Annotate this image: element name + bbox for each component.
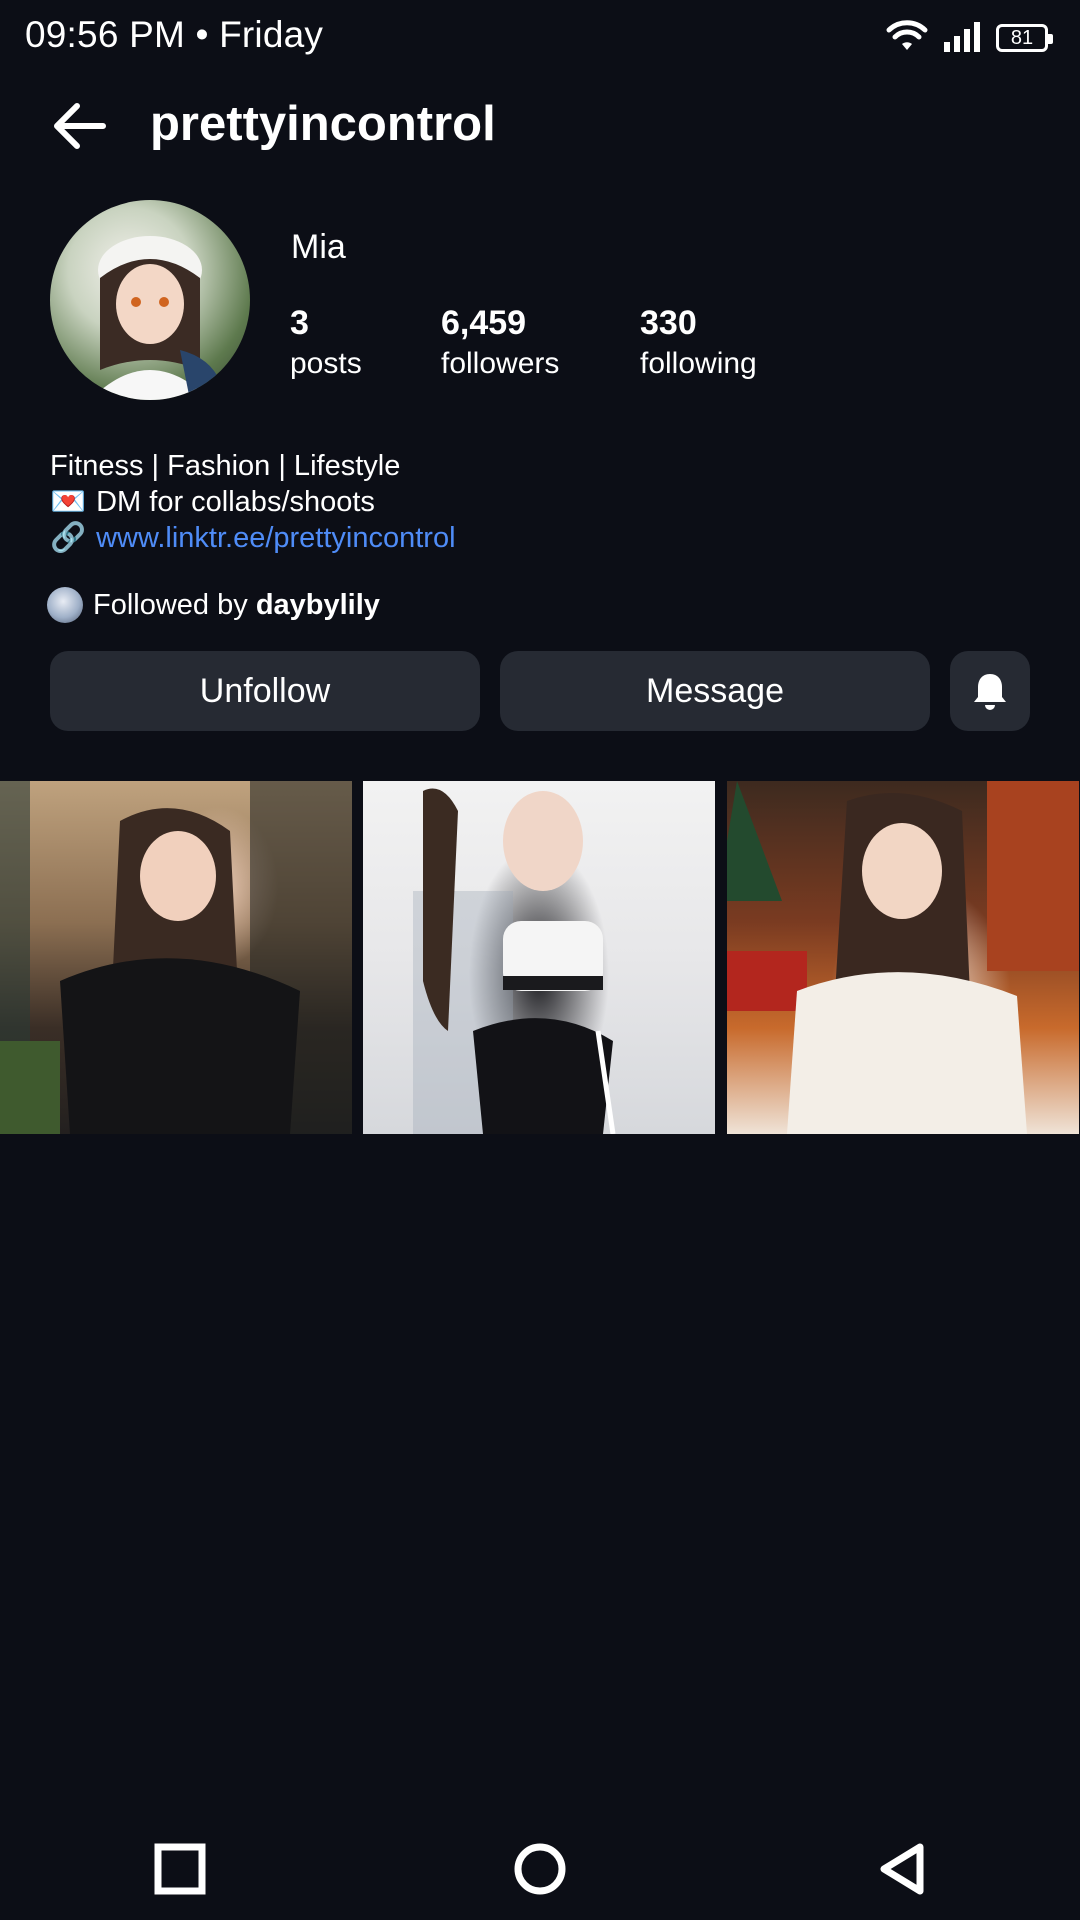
stat-following-count: 330 bbox=[640, 304, 697, 342]
bio-link[interactable]: www.linktr.ee/prettyincontrol bbox=[96, 520, 455, 556]
bio-line-2: 💌 DM for collabs/shoots bbox=[50, 484, 456, 520]
stat-followers-count: 6,459 bbox=[441, 304, 527, 342]
followed-by-prefix: Followed by bbox=[93, 588, 256, 621]
battery-icon: 81 bbox=[996, 24, 1053, 52]
stat-following-label: following bbox=[640, 347, 757, 380]
arrow-left-icon bbox=[54, 103, 106, 149]
post-2-image bbox=[413, 788, 616, 1134]
status-icons: 81 bbox=[886, 18, 1053, 58]
post-thumbnail[interactable] bbox=[363, 781, 715, 1134]
profile-bio: Fitness | Fashion | Lifestyle 💌 DM for c… bbox=[50, 448, 456, 556]
followed-by-user: daybylily bbox=[255, 588, 380, 621]
notifications-button[interactable] bbox=[950, 651, 1030, 731]
profile-header: prettyincontrol bbox=[0, 82, 1080, 166]
signal-icon bbox=[942, 20, 982, 57]
status-bar: 09:56 PM • Friday 81 bbox=[0, 0, 1080, 76]
unfollow-label: Unfollow bbox=[199, 671, 331, 710]
back-triangle-icon bbox=[880, 1843, 924, 1895]
followed-by[interactable]: Followed by daybylily bbox=[47, 587, 380, 623]
wifi-icon bbox=[886, 19, 928, 58]
message-button[interactable]: Message bbox=[500, 651, 930, 731]
stat-posts[interactable]: 3 posts bbox=[290, 302, 362, 384]
profile-avatar[interactable] bbox=[50, 200, 250, 400]
profile-username: prettyincontrol bbox=[150, 97, 496, 151]
post-thumbnail[interactable] bbox=[727, 781, 1079, 1134]
stat-following[interactable]: 330 following bbox=[640, 302, 757, 384]
post-3-image bbox=[727, 781, 1079, 1134]
stat-followers[interactable]: 6,459 followers bbox=[441, 302, 559, 384]
status-time: 09:56 PM • Friday bbox=[25, 14, 324, 55]
bio-text-2: DM for collabs/shoots bbox=[96, 486, 375, 518]
love-letter-icon: 💌 bbox=[50, 486, 87, 518]
post-1-image bbox=[0, 781, 352, 1134]
back-button[interactable] bbox=[44, 96, 112, 156]
system-nav-bar bbox=[0, 1820, 1080, 1920]
bio-line-1: Fitness | Fashion | Lifestyle bbox=[50, 448, 456, 484]
message-label: Message bbox=[646, 671, 784, 710]
back-nav-button[interactable] bbox=[862, 1834, 942, 1904]
avatar-image bbox=[90, 236, 225, 400]
unfollow-button[interactable]: Unfollow bbox=[50, 651, 480, 731]
recents-square-icon bbox=[154, 1843, 206, 1895]
bio-text-1: Fitness | Fashion | Lifestyle bbox=[50, 450, 401, 482]
stat-posts-label: posts bbox=[290, 347, 362, 380]
stat-followers-label: followers bbox=[441, 347, 560, 380]
link-icon: 🔗 bbox=[50, 522, 87, 554]
recents-button[interactable] bbox=[140, 1834, 220, 1904]
followed-by-text: Followed by daybylily bbox=[93, 589, 380, 622]
follower-avatar bbox=[47, 587, 83, 623]
home-button[interactable] bbox=[500, 1834, 580, 1904]
profile-display-name: Mia bbox=[291, 228, 346, 266]
battery-level: 81 bbox=[1010, 26, 1034, 49]
bell-icon bbox=[974, 674, 1006, 710]
bio-line-3: 🔗 www.linktr.ee/prettyincontrol bbox=[50, 520, 456, 556]
home-circle-icon bbox=[514, 1843, 566, 1895]
stat-posts-count: 3 bbox=[290, 304, 309, 342]
post-thumbnail[interactable] bbox=[0, 781, 352, 1134]
